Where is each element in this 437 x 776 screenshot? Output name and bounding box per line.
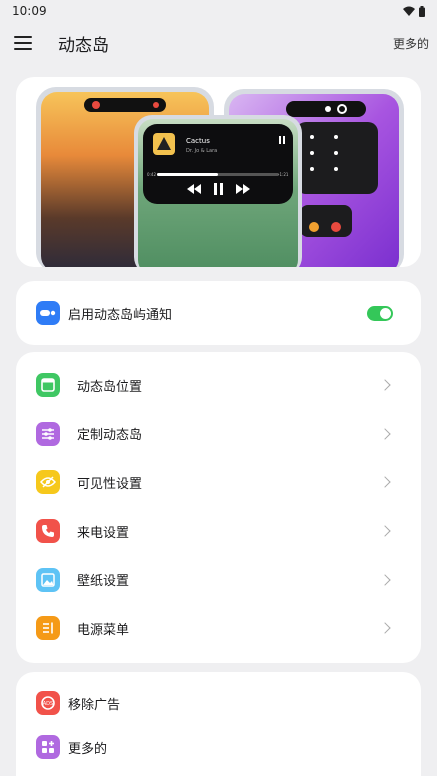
phone-icon: [36, 519, 60, 544]
remove-ads-item[interactable]: ADS 移除广告: [16, 681, 421, 725]
hero-time-remaining: -1:21: [278, 172, 289, 177]
menu-item-label: 电源菜单: [77, 622, 130, 638]
app-title: 动态岛: [58, 35, 109, 56]
wifi-icon: [403, 6, 415, 16]
hero-progress-fill: [157, 173, 218, 176]
menu-item-wallpaper-settings[interactable]: 壁纸设置: [16, 555, 421, 604]
ad-block-icon: ADS: [36, 691, 60, 715]
hero-banner[interactable]: Cactus Dr. Jo & Lara 0:42 -1:21: [16, 77, 421, 267]
status-icons: [403, 5, 425, 17]
image-icon: [36, 567, 60, 592]
center-phone-mockup: [134, 115, 302, 267]
menu-item-visibility-settings[interactable]: 可见性设置: [16, 458, 421, 507]
extra-options-card: ADS 移除广告 更多的: [16, 672, 421, 776]
menu-item-island-position[interactable]: 动态岛位置: [16, 361, 421, 410]
menu-item-label: 壁纸设置: [77, 574, 130, 590]
chevron-right-icon: [379, 428, 391, 440]
status-time: 10:09: [12, 4, 47, 18]
more-apps-item[interactable]: 更多的: [16, 725, 421, 769]
more-button[interactable]: 更多的: [393, 35, 429, 52]
power-menu-icon: [36, 616, 60, 641]
toggle-label: 启用动态岛屿通知: [68, 307, 173, 323]
menu-item-label: 定制动态岛: [77, 428, 143, 444]
battery-icon: [419, 5, 425, 17]
chevron-right-icon: [379, 574, 391, 586]
svg-text:ADS: ADS: [43, 701, 53, 707]
menu-item-call-settings[interactable]: 来电设置: [16, 507, 421, 556]
eye-off-icon: [36, 470, 60, 495]
hero-illustration: Cactus Dr. Jo & Lara 0:42 -1:21: [36, 87, 404, 267]
grid-plus-icon: [36, 735, 60, 759]
menu-item-power-menu[interactable]: 电源菜单: [16, 604, 421, 653]
window-icon: [36, 373, 60, 398]
hamburger-menu-icon[interactable]: [14, 36, 32, 50]
hero-song-artist: Dr. Jo & Lara: [186, 148, 217, 154]
settings-menu-card: 动态岛位置 定制动态岛 可见性设置 来电设置 壁纸设置 电源菜单: [16, 352, 421, 663]
enable-island-notifications-switch[interactable]: [367, 305, 393, 321]
hero-song-title: Cactus: [186, 137, 210, 145]
hero-time-elapsed: 0:42: [147, 172, 156, 177]
remove-ads-label: 移除广告: [68, 697, 121, 713]
status-bar: 10:09: [0, 0, 437, 22]
chevron-right-icon: [379, 379, 391, 391]
island-toggle-icon: [36, 301, 60, 325]
menu-item-label: 来电设置: [77, 525, 130, 541]
chevron-right-icon: [379, 476, 391, 489]
chevron-right-icon: [379, 622, 391, 634]
sliders-icon: [36, 421, 60, 446]
menu-item-label: 动态岛位置: [77, 379, 143, 395]
menu-item-customize-island[interactable]: 定制动态岛: [16, 410, 421, 459]
notification-toggle-card: 启用动态岛屿通知: [16, 281, 421, 345]
menu-item-label: 可见性设置: [77, 476, 143, 492]
chevron-right-icon: [379, 525, 391, 537]
more-apps-label: 更多的: [68, 741, 108, 757]
app-bar: 动态岛 更多的: [0, 22, 437, 64]
